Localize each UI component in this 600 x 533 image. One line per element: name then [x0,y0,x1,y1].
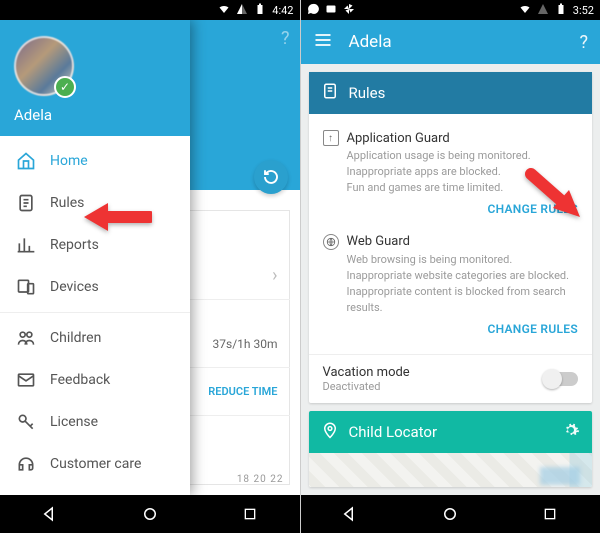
wifi-icon [218,3,230,18]
bg-ticks: 18 20 22 [237,474,284,485]
pinwheel-icon [343,3,355,18]
rules-title: Rules [349,84,386,102]
drawer-header: ✓ Adela [0,20,190,136]
sidebar-item-devices[interactable]: Devices [0,266,190,308]
locator-header: Child Locator [309,411,593,453]
messenger-icon [307,3,319,18]
refresh-button[interactable] [254,160,288,194]
sidebar-item-label: Devices [50,279,99,295]
check-icon: ✓ [54,76,76,98]
sidebar-item-label: Feedback [50,372,110,388]
sidebar-item-label: Customer care [50,456,141,472]
children-icon [16,328,36,348]
clock-text: 4:42 [272,4,293,17]
rules-card: Rules ↑ Application Guard Application us… [309,72,593,403]
sidebar-item-feedback[interactable]: Feedback [0,359,190,401]
sidebar-item-label: Reports [50,237,99,253]
sidebar-item-rules[interactable]: Rules [0,182,190,224]
vacation-title: Vacation mode [323,365,545,380]
divider [0,312,190,313]
network-icon [537,3,549,18]
phone-left: 4:42 ? › 37s/1h 30m REDUCE TIME 18 20 22… [0,0,300,533]
sidebar-item-about[interactable]: About [0,485,190,495]
sidebar-item-label: Home [50,153,88,169]
sidebar-item-reports[interactable]: Reports [0,224,190,266]
sidebar-item-label: Rules [50,195,84,211]
key-icon [16,412,36,432]
network-icon [236,3,248,18]
help-icon[interactable]: ? [281,28,290,49]
status-bar: 4:42 [0,0,300,20]
sidebar-item-children[interactable]: Children [0,317,190,359]
locator-title: Child Locator [349,423,438,441]
vacation-subtitle: Deactivated [323,380,545,393]
photo-icon [325,3,337,18]
scroll-icon [16,193,36,213]
sidebar-item-label: Children [50,330,101,346]
webguard-icon [323,234,339,250]
wifi-icon [519,3,531,18]
appguard-title: Application Guard [347,131,450,146]
home-button[interactable] [140,504,160,524]
child-locator-card: Child Locator [309,411,593,487]
rules-card-header: Rules [309,72,593,114]
recents-button[interactable] [540,504,560,524]
appbar-title: Adela [349,32,564,52]
webguard-title: Web Guard [347,234,410,249]
avatar[interactable]: ✓ [14,36,74,96]
screen-content: ? › 37s/1h 30m REDUCE TIME 18 20 22 ✓ Ad… [0,20,300,495]
profile-name: Adela [14,106,176,124]
pin-icon [321,421,339,443]
back-button[interactable] [40,504,60,524]
status-bar: 3:52 [301,0,600,20]
sidebar-item-label: License [50,414,98,430]
app-guard-section: ↑ Application Guard Application usage is… [323,124,579,228]
recents-button[interactable] [240,504,260,524]
help-icon[interactable]: ? [579,32,588,53]
android-navbar [301,495,600,533]
gear-icon[interactable] [562,421,580,443]
battery-icon [254,3,266,18]
sidebar-item-home[interactable]: Home [0,140,190,182]
app-bar: Adela ? [301,20,600,64]
back-button[interactable] [340,504,360,524]
appguard-line: Fun and games are time limited. [347,180,579,196]
vacation-mode-row[interactable]: Vacation mode Deactivated [309,354,593,403]
time-stat-text: 37s/1h 30m [213,337,278,351]
headset-icon [16,454,36,474]
locator-map[interactable] [309,453,593,487]
change-rules-webguard[interactable]: CHANGE RULES [323,316,579,340]
web-guard-section: Web Guard Web browsing is being monitore… [323,228,579,348]
appguard-line: Inappropriate apps are blocked. [347,164,579,180]
home-button[interactable] [440,504,460,524]
android-navbar [0,495,300,533]
hamburger-icon[interactable] [313,30,333,54]
scroll-icon [321,82,339,104]
battery-icon [555,3,567,18]
webguard-line: Inappropriate content is blocked from se… [347,284,579,316]
sidebar-item-license[interactable]: License [0,401,190,443]
screen-content: Adela ? Rules ↑ Application Guard [301,20,600,495]
clock-text: 3:52 [573,4,594,17]
sidebar-item-customer-care[interactable]: Customer care [0,443,190,485]
appguard-line: Application usage is being monitored. [347,148,579,164]
home-icon [16,151,36,171]
webguard-line: Web browsing is being monitored. [347,252,579,268]
mail-icon [16,370,36,390]
phone-right: 3:52 Adela ? Rules [300,0,600,533]
vacation-toggle[interactable] [544,372,578,386]
appguard-icon: ↑ [323,130,339,146]
barchart-icon [16,235,36,255]
webguard-line: Inappropriate website categories are blo… [347,268,579,284]
drawer-list: Home Rules Reports [0,136,190,495]
change-rules-appguard[interactable]: CHANGE RULES [323,196,579,220]
navigation-drawer: ✓ Adela Home Rules [0,20,190,495]
devices-icon [16,277,36,297]
